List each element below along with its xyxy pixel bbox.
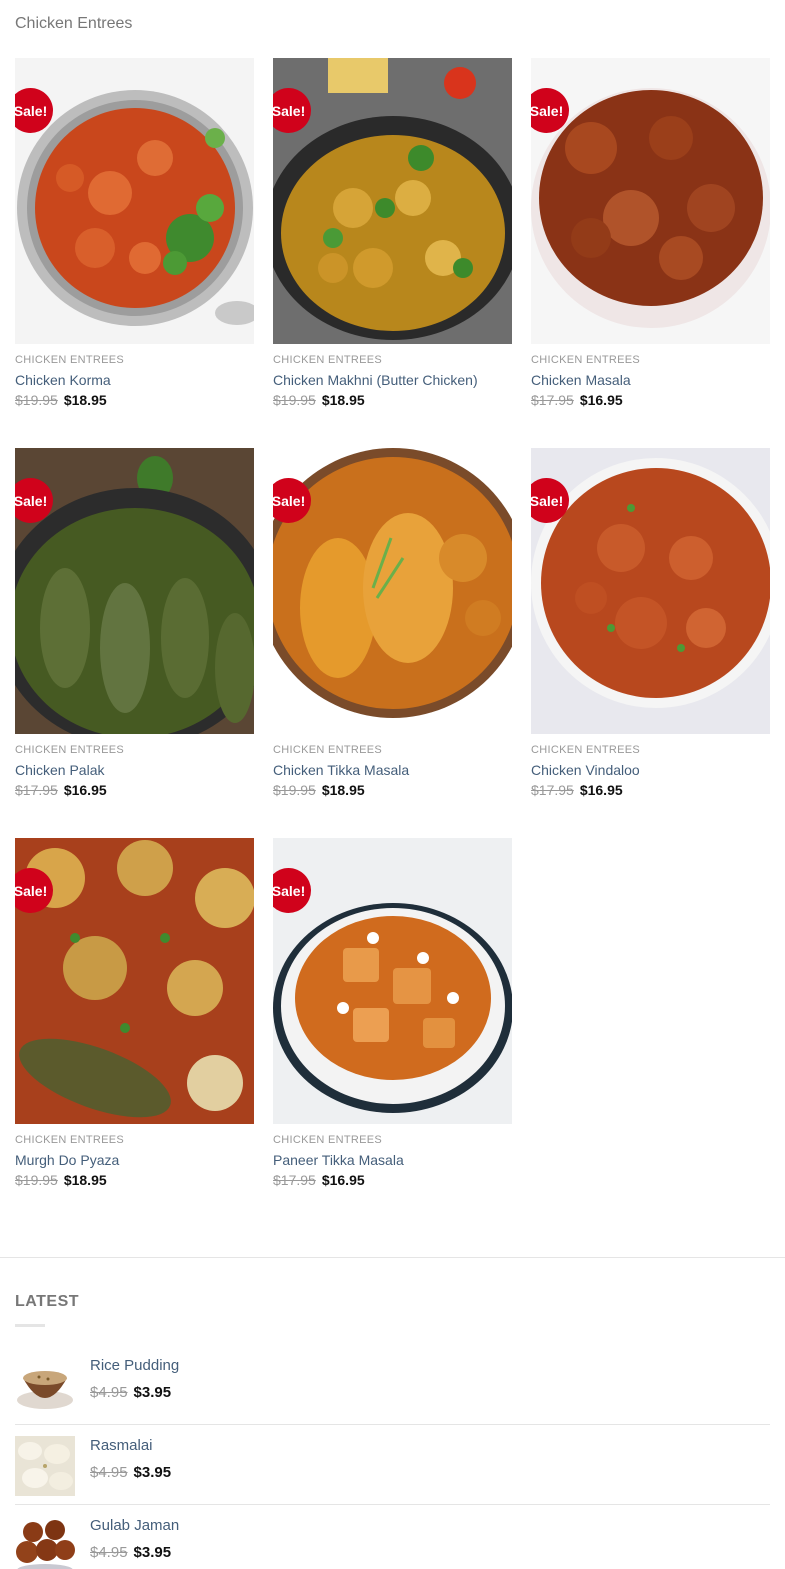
sale-price: $18.95 <box>321 392 365 408</box>
latest-thumbnail[interactable] <box>15 1356 75 1416</box>
product-category: CHICKEN ENTREES <box>15 354 125 366</box>
product-name[interactable]: Paneer Tikka Masala <box>273 1152 512 1168</box>
product-price: $17.95 $16.95 <box>531 392 770 408</box>
product-image[interactable]: Sale! <box>531 448 770 734</box>
regular-price: $19.95 <box>15 1172 58 1188</box>
latest-item[interactable]: Gulab Jaman $4.95 $3.95 <box>15 1516 770 1569</box>
product-image[interactable]: Sale! <box>15 448 254 734</box>
product-card[interactable]: Sale! CHICKEN ENTREES Chicken Korma $19.… <box>15 58 254 408</box>
product-category: CHICKEN ENTREES <box>273 1134 383 1146</box>
product-image[interactable]: Sale! <box>273 448 512 734</box>
latest-thumbnail[interactable] <box>15 1516 75 1569</box>
list-separator <box>15 1504 770 1505</box>
latest-item-price: $4.95 $3.95 <box>90 1384 171 1401</box>
product-card[interactable]: Sale! CHICKEN ENTREES Chicken Palak $17.… <box>15 448 254 798</box>
product-category: CHICKEN ENTREES <box>273 744 383 756</box>
product-price: $19.95 $18.95 <box>15 1172 254 1188</box>
latest-item-name[interactable]: Gulab Jaman <box>90 1517 179 1534</box>
regular-price: $4.95 <box>90 1464 128 1481</box>
product-name[interactable]: Chicken Masala <box>531 372 770 388</box>
product-card[interactable]: Sale! CHICKEN ENTREES Paneer Tikka Masal… <box>273 838 512 1188</box>
product-price: $17.95 $16.95 <box>15 782 254 798</box>
product-price: $19.95 $18.95 <box>273 392 512 408</box>
sale-price: $18.95 <box>63 392 107 408</box>
product-category: CHICKEN ENTREES <box>15 744 125 756</box>
product-card[interactable]: Sale! CHICKEN ENTREES Murgh Do Pyaza $19… <box>15 838 254 1188</box>
regular-price: $17.95 <box>273 1172 316 1188</box>
product-price: $17.95 $16.95 <box>531 782 770 798</box>
product-category: CHICKEN ENTREES <box>273 354 383 366</box>
page-title: Chicken Entrees <box>15 15 133 32</box>
product-name[interactable]: Chicken Tikka Masala <box>273 762 512 778</box>
product-category: CHICKEN ENTREES <box>531 744 641 756</box>
product-image[interactable]: Sale! <box>273 838 512 1124</box>
heading-underline <box>15 1324 45 1327</box>
product-category: CHICKEN ENTREES <box>15 1134 125 1146</box>
product-name[interactable]: Chicken Vindaloo <box>531 762 770 778</box>
product-card[interactable]: Sale! CHICKEN ENTREES Chicken Vindaloo $… <box>531 448 770 798</box>
sale-price: $18.95 <box>63 1172 107 1188</box>
regular-price: $17.95 <box>531 392 574 408</box>
latest-item-price: $4.95 $3.95 <box>90 1544 171 1561</box>
regular-price: $19.95 <box>273 782 316 798</box>
product-card[interactable]: Sale! CHICKEN ENTREES Chicken Makhni (Bu… <box>273 58 512 408</box>
product-price: $19.95 $18.95 <box>15 392 254 408</box>
latest-heading: LATEST <box>15 1293 80 1310</box>
product-name[interactable]: Chicken Palak <box>15 762 254 778</box>
section-divider <box>0 1257 785 1258</box>
product-name[interactable]: Chicken Korma <box>15 372 254 388</box>
sale-price: $16.95 <box>579 392 623 408</box>
product-image[interactable]: Sale! <box>15 58 254 344</box>
latest-item-name[interactable]: Rasmalai <box>90 1437 153 1454</box>
product-price: $17.95 $16.95 <box>273 1172 512 1188</box>
product-name[interactable]: Chicken Makhni (Butter Chicken) <box>273 372 512 388</box>
product-image[interactable]: Sale! <box>531 58 770 344</box>
regular-price: $4.95 <box>90 1384 128 1401</box>
product-image[interactable]: Sale! <box>273 58 512 344</box>
sale-price: $18.95 <box>321 782 365 798</box>
product-card[interactable]: Sale! CHICKEN ENTREES Chicken Tikka Masa… <box>273 448 512 798</box>
sale-price: $16.95 <box>63 782 107 798</box>
regular-price: $19.95 <box>273 392 316 408</box>
sale-price: $3.95 <box>133 1384 172 1401</box>
sale-price: $3.95 <box>133 1464 172 1481</box>
latest-item-price: $4.95 $3.95 <box>90 1464 171 1481</box>
latest-thumbnail[interactable] <box>15 1436 75 1496</box>
product-category: CHICKEN ENTREES <box>531 354 641 366</box>
product-card[interactable]: Sale! CHICKEN ENTREES Chicken Masala $17… <box>531 58 770 408</box>
product-price: $19.95 $18.95 <box>273 782 512 798</box>
regular-price: $4.95 <box>90 1544 128 1561</box>
sale-price: $3.95 <box>133 1544 172 1561</box>
regular-price: $17.95 <box>15 782 58 798</box>
list-separator <box>15 1424 770 1425</box>
regular-price: $19.95 <box>15 392 58 408</box>
sale-price: $16.95 <box>321 1172 365 1188</box>
product-name[interactable]: Murgh Do Pyaza <box>15 1152 254 1168</box>
latest-item-name[interactable]: Rice Pudding <box>90 1357 179 1374</box>
product-image[interactable]: Sale! <box>15 838 254 1124</box>
sale-price: $16.95 <box>579 782 623 798</box>
regular-price: $17.95 <box>531 782 574 798</box>
